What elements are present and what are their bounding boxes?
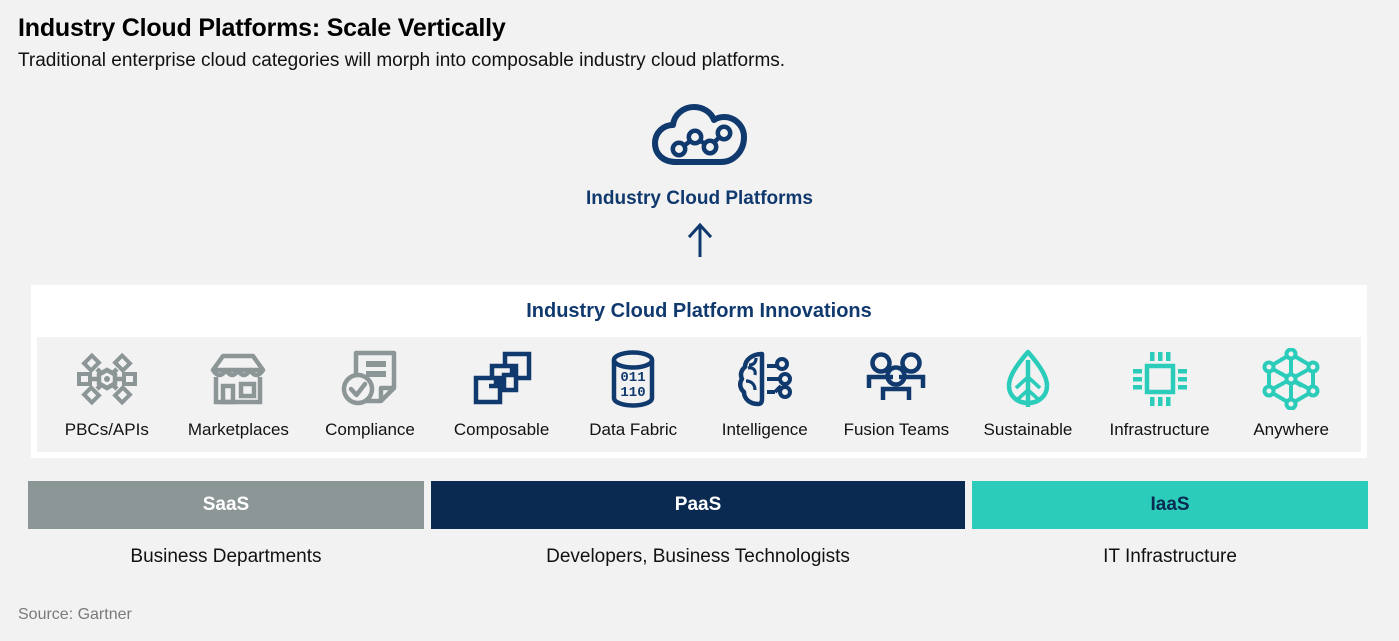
bar-gap [424,481,431,529]
innovation-label: Intelligence [721,420,808,439]
storefront-icon [207,347,269,411]
three-people-icon [865,347,927,411]
service-layer-bars: SaaS PaaS IaaS [28,481,1369,529]
innovation-item-compliance[interactable]: Compliance [304,347,436,440]
innovations-panel-title: Industry Cloud Platform Innovations [31,285,1367,337]
innovations-icon-strip: PBCs/APIs Marketplaces Compliance Compos… [37,337,1361,452]
caption-gap [965,540,972,574]
header: Industry Cloud Platforms: Scale Vertical… [18,14,1378,73]
page-title: Industry Cloud Platforms: Scale Vertical… [18,14,506,42]
brain-circuit-icon [734,347,796,411]
source-attribution: Source: Gartner [18,606,132,623]
innovation-item-data-fabric[interactable]: 011 110 Data Fabric [567,347,699,440]
audience-paas: Developers, Business Technologists [546,546,850,567]
service-bar-iaas[interactable]: IaaS [972,481,1369,529]
innovation-label: Marketplaces [187,420,289,439]
audience-iaas: IT Infrastructure [1103,546,1237,567]
page-subtitle: Traditional enterprise cloud categories … [18,49,786,71]
document-check-icon [339,347,401,411]
innovation-item-composable[interactable]: Composable [436,347,568,440]
innovation-item-anywhere[interactable]: Anywhere [1225,347,1357,440]
industry-cloud-platforms-label: Industry Cloud Platforms [586,188,813,209]
network-mesh-icon [1260,347,1322,411]
service-bar-saas[interactable]: SaaS [28,481,424,529]
innovation-label: Fusion Teams [843,420,950,439]
database-binary-icon: 011 110 [602,347,664,411]
bar-gap [965,481,972,529]
svg-text:110: 110 [621,385,646,401]
innovation-label: Composable [453,420,550,439]
up-arrow-icon [685,221,715,257]
stacked-puzzle-panels-icon [471,347,533,411]
innovation-label: Infrastructure [1109,420,1210,439]
service-bar-paas[interactable]: PaaS [430,481,966,529]
audience-saas: Business Departments [130,546,322,567]
innovation-label: Compliance [325,420,415,439]
innovation-item-sustainable[interactable]: Sustainable [962,347,1094,440]
svg-text:011: 011 [621,370,646,386]
innovation-label: Sustainable [983,420,1073,439]
cloud-network-icon [651,104,748,166]
industry-cloud-hero: Industry Cloud Platforms [0,104,1399,257]
innovation-item-intelligence[interactable]: Intelligence [699,347,831,440]
innovations-panel: Industry Cloud Platform Innovations PBCs… [31,285,1367,458]
service-layer-audiences: Business Departments Developers, Busines… [28,540,1368,574]
packaged-business-capability-icon [76,347,138,411]
leaf-icon [997,347,1059,411]
innovation-item-infrastructure[interactable]: Infrastructure [1094,347,1226,440]
innovation-item-fusion-teams[interactable]: Fusion Teams [831,347,963,440]
innovation-label: Anywhere [1253,420,1329,439]
innovation-label: PBCs/APIs [64,420,149,439]
innovation-label: Data Fabric [589,420,678,439]
innovation-item-marketplaces[interactable]: Marketplaces [173,347,305,440]
caption-gap [424,540,431,574]
innovation-item-pbcs-apis[interactable]: PBCs/APIs [41,347,173,440]
cpu-chip-icon [1129,347,1191,411]
